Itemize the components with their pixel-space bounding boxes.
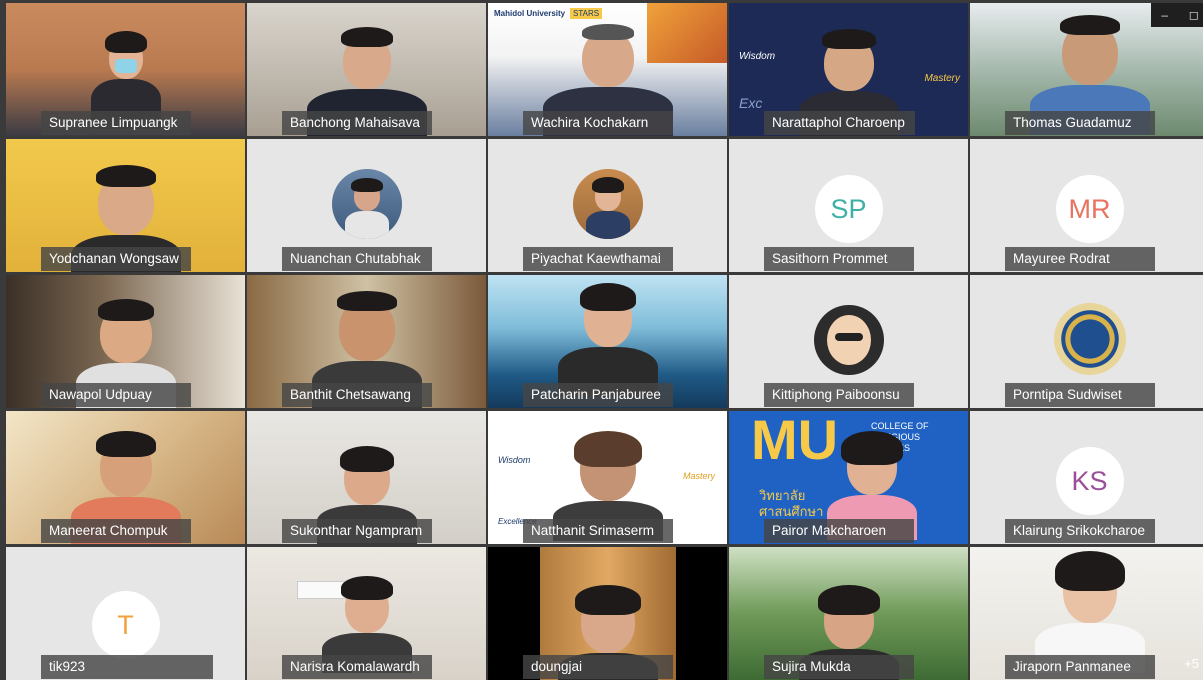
initials-avatar: MR (1055, 175, 1124, 243)
background-logo-text: Exc (739, 95, 763, 111)
profile-picture (331, 169, 402, 239)
participant-tile[interactable]: MR Mayuree Rodrat (970, 139, 1203, 272)
participant-name: Narattaphol Charoenp (764, 111, 915, 135)
participant-name: Narisra Komalawardh (282, 655, 432, 679)
initials-avatar: SP (814, 175, 883, 243)
participant-name: Sujira Mukda (764, 655, 914, 679)
participant-name: Wachira Kochakarn (523, 111, 673, 135)
participant-tile[interactable]: doungjai (488, 547, 727, 680)
background-logo-text: Mastery (924, 73, 960, 84)
participant-name: Nuanchan Chutabhak (282, 247, 432, 271)
participant-name: Patcharin Panjaburee (523, 383, 673, 407)
participant-tile[interactable]: Narisra Komalawardh (247, 547, 486, 680)
participant-tile[interactable]: KS Klairung Srikokcharoe (970, 411, 1203, 544)
participant-name: Natthanit Srimaserm (523, 519, 673, 543)
minimize-icon[interactable]: – (1161, 8, 1168, 22)
participant-name: Banthit Chetsawang (282, 383, 432, 407)
participant-name: Thomas Guadamuz (1005, 111, 1155, 135)
participant-name: Yodchanan Wongsaw (41, 247, 191, 271)
participant-tile[interactable]: Jiraporn Panmanee (970, 547, 1203, 680)
participant-tile[interactable]: SP Sasithorn Prommet (729, 139, 968, 272)
more-participants-indicator[interactable]: +5 (1184, 656, 1199, 671)
participant-name: Maneerat Chompuk (41, 519, 191, 543)
participant-name: Jiraporn Panmanee (1005, 655, 1155, 679)
restore-icon[interactable]: ◻ (1189, 8, 1199, 22)
profile-picture (572, 169, 643, 239)
background-logo-text: Mahidol University (494, 9, 566, 18)
background-logo-text: Wisdom (498, 455, 531, 465)
participant-name: Banchong Mahaisava (282, 111, 432, 135)
university-seal-icon (1053, 303, 1126, 375)
participant-tile[interactable]: Yodchanan Wongsaw (6, 139, 245, 272)
participant-name: Kittiphong Paiboonsu (764, 383, 914, 407)
background-logo-text: Mastery (682, 471, 715, 481)
participant-name: Nawapol Udpuay (41, 383, 191, 407)
participant-tile[interactable]: Sukonthar Ngampram (247, 411, 486, 544)
participant-name: Supranee Limpuangk (41, 111, 191, 135)
participant-tile[interactable]: Banchong Mahaisava (247, 3, 486, 136)
background-logo-text: MU (751, 411, 839, 471)
participant-name: Mayuree Rodrat (1005, 247, 1155, 271)
participant-tile[interactable]: Wisdom Mastery Excellence Natthanit Srim… (488, 411, 727, 544)
participant-name: Porntipa Sudwiset (1005, 383, 1155, 407)
background-logo-text: STARS (570, 8, 603, 19)
profile-picture (813, 305, 884, 375)
participant-name: Piyachat Kaewthamai (523, 247, 673, 271)
participant-name: doungjai (523, 655, 673, 679)
participant-name: tik923 (41, 655, 213, 679)
window-controls: – ◻ (1151, 3, 1203, 27)
participant-tile[interactable]: Supranee Limpuangk (6, 3, 245, 136)
participant-tile[interactable]: Kittiphong Paiboonsu (729, 275, 968, 408)
participant-tile[interactable]: Nawapol Udpuay (6, 275, 245, 408)
participant-tile[interactable]: Nuanchan Chutabhak (247, 139, 486, 272)
participant-tile[interactable]: Porntipa Sudwiset (970, 275, 1203, 408)
initials-avatar: T (91, 591, 160, 659)
initials-avatar: KS (1055, 447, 1124, 515)
background-logo-text: Wisdom (739, 51, 776, 62)
participant-name: Sasithorn Prommet (764, 247, 914, 271)
participant-tile[interactable]: Piyachat Kaewthamai (488, 139, 727, 272)
participant-tile[interactable]: Maneerat Chompuk (6, 411, 245, 544)
background-logo-text: COLLEGE OF (871, 421, 929, 431)
participant-video (557, 283, 658, 397)
participant-name: Klairung Srikokcharoe (1005, 519, 1156, 543)
video-grid: Supranee Limpuangk Banchong Mahaisava Ma… (6, 3, 1203, 680)
participant-tile[interactable]: – ◻ Thomas Guadamuz (970, 3, 1203, 136)
participant-tile[interactable]: Sujira Mukda (729, 547, 968, 680)
participant-tile[interactable]: Wisdom Mastery Exc Narattaphol Charoenp (729, 3, 968, 136)
participant-tile[interactable]: Patcharin Panjaburee (488, 275, 727, 408)
participant-tile[interactable]: Banthit Chetsawang (247, 275, 486, 408)
participant-tile[interactable]: Mahidol University STARS Wachira Kochaka… (488, 3, 727, 136)
participant-name: Pairor Makcharoen (764, 519, 914, 543)
participant-name: Sukonthar Ngampram (282, 519, 433, 543)
participant-tile[interactable]: MU COLLEGE OF RELIGIOUS STUDIES วิทยาลัย… (729, 411, 968, 544)
participant-tile[interactable]: T tik923 (6, 547, 245, 680)
